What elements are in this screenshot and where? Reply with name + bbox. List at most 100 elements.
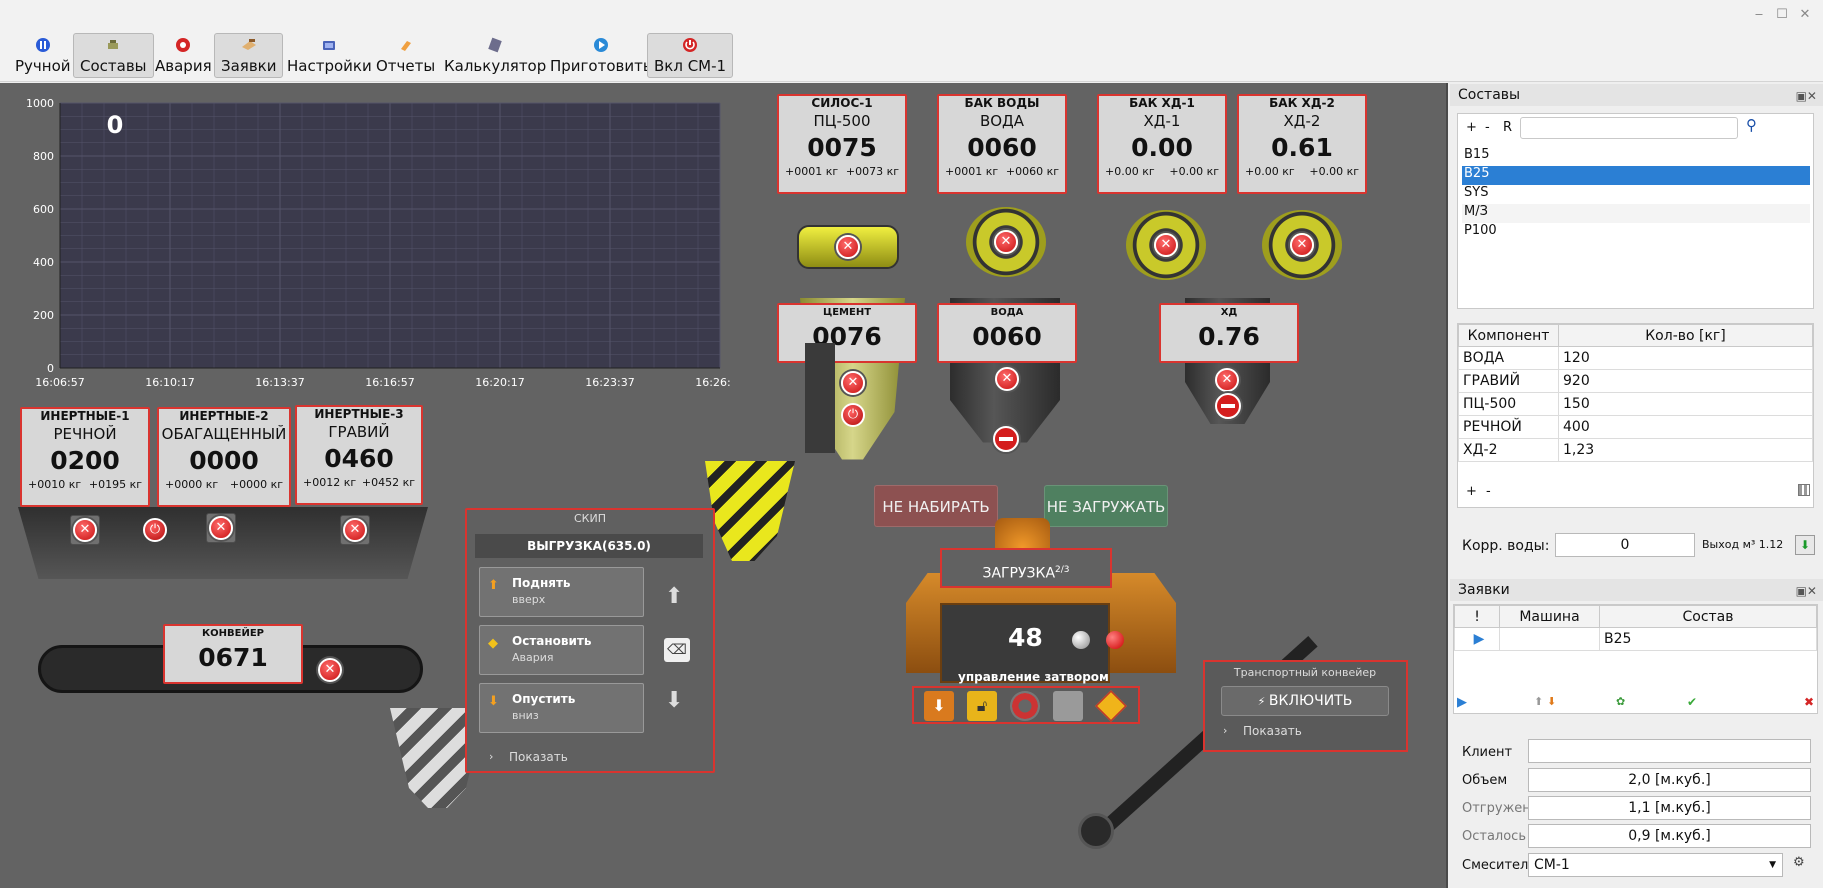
recipe-item[interactable]: P100	[1462, 223, 1810, 242]
gate-warning-icon[interactable]	[1095, 690, 1127, 722]
table-row[interactable]: ПЦ-500 150	[1458, 392, 1813, 416]
dock-close-icon[interactable]: ▣✕	[1796, 85, 1817, 107]
col-machine[interactable]: Машина	[1499, 605, 1600, 628]
col-recipe[interactable]: Состав	[1599, 605, 1817, 628]
cement-scale-card[interactable]: ЦЕМЕНТ 0076	[777, 303, 917, 363]
table-row[interactable]: ХД-2 1,23	[1458, 438, 1813, 462]
hd1-tank-card[interactable]: БАК ХД-1 ХД-1 0.00 +0.00 кг +0.00 кг	[1097, 94, 1227, 194]
silo1-card[interactable]: СИЛОС-1 ПЦ-500 0075 +0001 кг +0073 кг	[777, 94, 907, 194]
water-tank-card[interactable]: БАК ВОДЫ ВОДА 0060 +0001 кг +0060 кг	[937, 94, 1067, 194]
skip-up-button[interactable]: ⬆ Поднять вверх	[479, 567, 644, 617]
gate-close-icon[interactable]	[1010, 691, 1040, 721]
water-scale-card[interactable]: ВОДА 0060	[937, 303, 1077, 363]
water-valve-stop-icon[interactable]: ✕	[995, 367, 1019, 391]
table-row[interactable]: ГРАВИЙ 920	[1458, 369, 1813, 393]
col-quantity[interactable]: Кол-во [кг]	[1558, 324, 1813, 347]
mixer-settings-icon[interactable]: ⚙	[1793, 855, 1813, 875]
tb-reports-button[interactable]: Отчеты	[369, 33, 442, 78]
component-add-button[interactable]: +	[1466, 484, 1477, 499]
tb-settings-button[interactable]: Настройки	[280, 33, 379, 78]
close-icon[interactable]: ✕	[1796, 6, 1814, 24]
tb-orders-button[interactable]: Заявки	[214, 33, 284, 78]
inert1-gate-stop-icon[interactable]: ✕	[73, 518, 97, 542]
water-discharge-blocked-icon[interactable]	[993, 426, 1019, 452]
water-pump-stop-icon[interactable]: ✕	[994, 230, 1018, 254]
no-load-button[interactable]: НЕ ЗАГРУЖАТЬ	[1044, 485, 1168, 527]
arrow-up-grey-icon[interactable]: ⬆	[665, 584, 683, 609]
water-correction-input[interactable]: 0	[1555, 533, 1695, 557]
hd2-pump-stop-icon[interactable]: ✕	[1290, 233, 1314, 257]
dock-close-icon[interactable]: ▣✕	[1796, 580, 1817, 602]
search-icon[interactable]: ⚲	[1746, 116, 1757, 134]
water-tank-value: 0060	[967, 133, 1037, 162]
component-remove-button[interactable]: -	[1486, 484, 1491, 499]
tb-start-mixer-button[interactable]: Вкл СМ-1	[647, 33, 734, 78]
transport-show-link[interactable]: Показать	[1243, 724, 1302, 738]
arrow-down-grey-icon[interactable]: ⬇	[665, 688, 683, 713]
client-input[interactable]	[1528, 739, 1811, 763]
grid-settings-icon[interactable]	[1798, 484, 1810, 496]
tb-prepare-button[interactable]: Приготовить	[543, 33, 659, 78]
tb-alarm-button[interactable]: Авария	[148, 33, 219, 78]
col-priority[interactable]: !	[1454, 605, 1500, 628]
tb-calculator-button[interactable]: Калькулятор	[437, 33, 553, 78]
inert2-card[interactable]: ИНЕРТНЫЕ-2 ОБАГАЩЕННЫЙ 0000 +0000 кг +000…	[157, 407, 291, 507]
cement-vibrator-power-icon[interactable]: ⏻	[841, 403, 865, 427]
gate-open-icon[interactable]: ⬇	[924, 691, 954, 721]
inert3-gate-stop-icon[interactable]: ✕	[343, 518, 367, 542]
recipe-search-input[interactable]	[1520, 117, 1738, 139]
skip-show-link[interactable]: Показать	[509, 750, 568, 764]
move-down-icon[interactable]: ⬇	[1547, 695, 1556, 708]
hd-discharge-blocked-icon[interactable]	[1215, 393, 1241, 419]
hd1-pump-stop-icon[interactable]: ✕	[1154, 233, 1178, 257]
recipe-item[interactable]: SYS	[1462, 185, 1810, 204]
table-row[interactable]: РЕЧНОЙ 400	[1458, 415, 1813, 439]
minimize-icon[interactable]: ‒	[1750, 6, 1768, 24]
recipe-add-button[interactable]: +	[1466, 120, 1477, 135]
cement-valve-stop-icon[interactable]: ✕	[841, 371, 865, 395]
tb-manual-button[interactable]: Ручной	[8, 33, 78, 78]
hd-scale-card[interactable]: ХД 0.76	[1159, 303, 1299, 363]
check-icon[interactable]: ✔	[1687, 695, 1697, 709]
recipe-refresh-button[interactable]: R	[1503, 120, 1512, 135]
gate-stop-icon[interactable]	[1053, 691, 1083, 721]
tb-recipes-button[interactable]: Составы	[73, 33, 154, 78]
mixer-load-panel[interactable]: ЗАГРУЗКА2/3	[940, 548, 1112, 588]
table-row[interactable]: ВОДА 120	[1458, 346, 1813, 370]
chart-y-tick-label: 800	[33, 150, 54, 163]
inert3-value: 0460	[324, 444, 394, 473]
conveyor-stop-icon[interactable]: ✕	[318, 658, 342, 682]
recipe-remove-button[interactable]: -	[1485, 120, 1490, 135]
no-fill-button[interactable]: НЕ НАБИРАТЬ	[874, 485, 998, 527]
recipe-item-selected[interactable]: B25	[1462, 166, 1810, 185]
maximize-icon[interactable]: ☐	[1773, 6, 1791, 24]
skip-clear-icon[interactable]: ⌫	[664, 638, 690, 662]
unlock-icon[interactable]: 🔓︎	[967, 691, 997, 721]
table-row[interactable]: ▶ B25	[1454, 627, 1817, 651]
screw-feeder-stop-icon[interactable]: ✕	[836, 235, 860, 259]
inert3-card[interactable]: ИНЕРТНЫЕ-3 ГРАВИЙ 0460 +0012 кг +0452 кг	[295, 405, 423, 505]
recipe-item[interactable]: М/З	[1462, 204, 1810, 223]
skip-stop-button[interactable]: ◆ Остановить Авария	[479, 625, 644, 675]
inert-vibrator-power-icon[interactable]: ⏻	[143, 518, 167, 542]
recipes-list-panel: + - R ⚲ B15 B25 SYS М/З P100	[1457, 113, 1814, 309]
volume-input[interactable]: 2,0 [м.куб.]	[1528, 768, 1811, 792]
skip-down-button[interactable]: ⬇ Опустить вниз	[479, 683, 644, 733]
hd-valve-stop-icon[interactable]: ✕	[1215, 368, 1239, 392]
play-row-icon[interactable]: ▶	[1454, 627, 1500, 651]
hd2-tank-card[interactable]: БАК ХД-2 ХД-2 0.61 +0.00 кг +0.00 кг	[1237, 94, 1367, 194]
play-icon[interactable]: ▶	[1457, 695, 1467, 710]
transport-start-button[interactable]: ⚡ ВКЛЮЧИТЬ	[1221, 686, 1389, 716]
conveyor-card[interactable]: КОНВЕЙЕР 0671	[163, 624, 303, 684]
download-icon[interactable]: ⬇	[1795, 535, 1815, 555]
col-component[interactable]: Компонент	[1458, 324, 1559, 347]
refresh-icon[interactable]: ✿	[1616, 695, 1625, 708]
mixer-select[interactable]: СМ-1 ▼	[1528, 853, 1783, 877]
reports-icon	[376, 37, 435, 57]
recipe-item[interactable]: B15	[1462, 147, 1810, 166]
inert2-gate-stop-icon[interactable]: ✕	[209, 516, 233, 540]
inert1-card[interactable]: ИНЕРТНЫЕ-1 РЕЧНОЙ 0200 +0010 кг +0195 кг	[20, 407, 150, 507]
delete-icon[interactable]: ✖	[1804, 695, 1814, 709]
move-up-icon[interactable]: ⬆	[1534, 695, 1543, 708]
transport-panel: Транспортный конвейер ⚡ ВКЛЮЧИТЬ › Показ…	[1203, 660, 1408, 752]
